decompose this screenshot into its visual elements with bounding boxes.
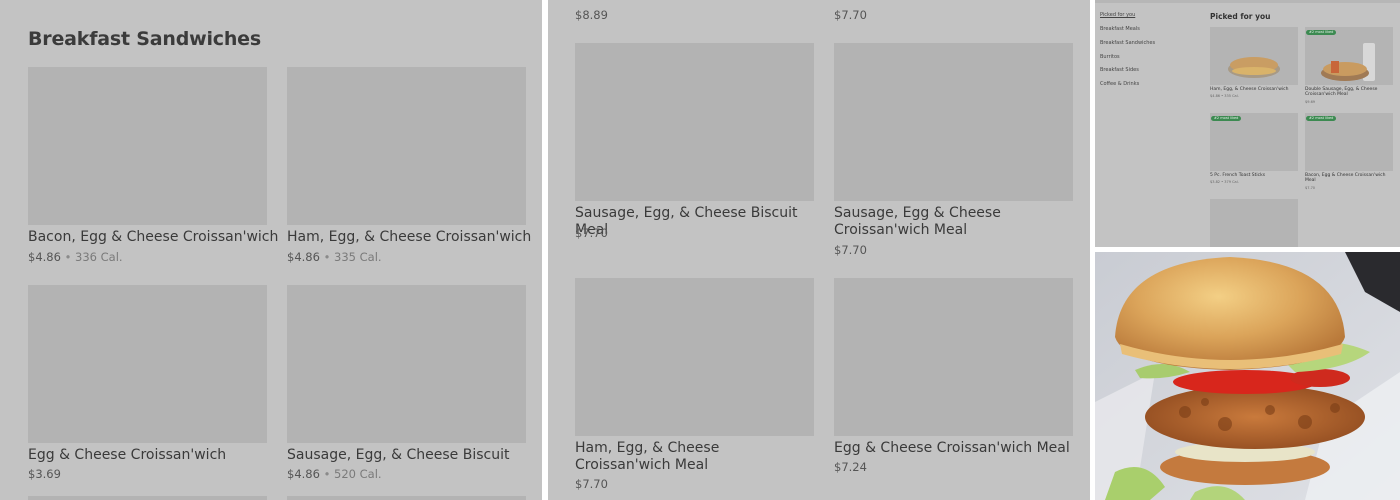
mini-card-image[interactable] — [1210, 199, 1298, 247]
mini-card-image[interactable] — [1305, 113, 1393, 171]
mini-card-meta: $7.70 — [1305, 186, 1316, 190]
item-calories: 520 Cal. — [334, 467, 382, 481]
item-image-placeholder[interactable] — [287, 496, 526, 500]
item-price: $7.24 — [834, 460, 867, 474]
item-image-placeholder[interactable] — [28, 67, 267, 225]
mini-card-name[interactable]: 5 Pc. French Toast Sticks — [1210, 173, 1300, 178]
item-name[interactable]: Ham, Egg, & Cheese Croissan'wich — [287, 229, 531, 246]
item-name[interactable]: Sausage, Egg, & Cheese Biscuit — [287, 447, 509, 464]
most-liked-badge: #2 most liked — [1211, 116, 1242, 121]
item-image-placeholder[interactable] — [287, 285, 526, 443]
mini-card-image[interactable] — [1305, 27, 1393, 85]
item-meta: $3.69 — [28, 467, 61, 481]
nav-item-coffee-drinks[interactable]: Coffee & Drinks — [1100, 81, 1139, 87]
nav-item-burritos[interactable]: Burritos — [1100, 54, 1120, 60]
item-name[interactable]: Ham, Egg, & Cheese Croissan'wich Meal — [575, 440, 814, 474]
chicken-sandwich-photo — [1095, 252, 1400, 500]
item-price: $7.70 — [575, 477, 608, 491]
item-name[interactable]: Sausage, Egg, & Cheese Biscuit Meal — [575, 205, 814, 239]
item-calories: 335 Cal. — [334, 250, 382, 264]
mini-header-bar — [1095, 0, 1400, 3]
mini-section-title: Picked for you — [1210, 12, 1271, 21]
item-name[interactable]: Egg & Cheese Croissan'wich Meal — [834, 440, 1073, 457]
mini-card-name[interactable]: Ham, Egg, & Cheese Croissan'wich — [1210, 87, 1300, 92]
item-meta: $4.86 • 520 Cal. — [287, 467, 382, 481]
item-image-placeholder[interactable] — [575, 43, 814, 201]
nav-item-breakfast-sandwiches[interactable]: Breakfast Sandwiches — [1100, 40, 1155, 46]
mini-card-meta: $9.69 — [1305, 100, 1316, 104]
item-image-placeholder[interactable] — [575, 278, 814, 436]
item-price: $7.70 — [834, 243, 867, 257]
item-meta: $4.86 • 335 Cal. — [287, 250, 382, 264]
mini-card-image[interactable] — [1210, 27, 1298, 85]
croissant-sandwich-icon — [1228, 57, 1280, 78]
item-price: $4.86 — [287, 250, 320, 264]
item-price: $4.86 — [28, 250, 61, 264]
nav-item-picked-for-you[interactable]: Picked for you — [1100, 12, 1135, 18]
item-name[interactable]: Sausage, Egg & Cheese Croissan'wich Meal — [834, 205, 1014, 239]
item-image-placeholder[interactable] — [834, 278, 1073, 436]
item-meta: $4.86 • 336 Cal. — [28, 250, 123, 264]
mini-card-meta: $3.82 • 379 Cal. — [1210, 180, 1239, 184]
separator-dot: • — [323, 467, 331, 481]
breakfast-sandwiches-panel: Breakfast Sandwiches Bacon, Egg & Cheese… — [0, 0, 542, 500]
item-price: $4.86 — [287, 467, 320, 481]
item-image-placeholder[interactable] — [28, 496, 267, 500]
item-image-placeholder[interactable] — [287, 67, 526, 225]
separator-dot: • — [323, 250, 331, 264]
most-liked-badge: #2 most liked — [1306, 30, 1337, 35]
nav-item-breakfast-meals[interactable]: Breakfast Meals — [1100, 26, 1140, 32]
item-calories: 336 Cal. — [75, 250, 123, 264]
mini-card-name[interactable]: Bacon, Egg & Cheese Croissan'wich Meal — [1305, 173, 1395, 183]
item-price: $3.69 — [28, 467, 61, 481]
mini-card-image[interactable] — [1210, 113, 1298, 171]
meal-combo-icon — [1321, 43, 1375, 81]
most-liked-badge: #2 most liked — [1306, 116, 1337, 121]
item-image-placeholder[interactable] — [28, 285, 267, 443]
breakfast-meals-panel: $8.89 $7.70 Sausage, Egg, & Cheese Biscu… — [548, 0, 1090, 500]
item-price: $7.70 — [575, 226, 608, 240]
menu-overview-panel: Picked for you Breakfast Meals Breakfast… — [1095, 0, 1400, 247]
nav-item-breakfast-sides[interactable]: Breakfast Sides — [1100, 67, 1139, 73]
item-image-placeholder[interactable] — [834, 43, 1073, 201]
item-price: $7.70 — [834, 8, 867, 22]
item-name[interactable]: Bacon, Egg & Cheese Croissan'wich — [28, 229, 278, 246]
item-price: $8.89 — [575, 8, 608, 22]
item-name[interactable]: Egg & Cheese Croissan'wich — [28, 447, 226, 464]
mini-card-name[interactable]: Double Sausage, Egg, & Cheese Croissan'w… — [1305, 87, 1395, 97]
separator-dot: • — [64, 250, 72, 264]
mini-card-meta: $4.86 • 335 Cal. — [1210, 94, 1239, 98]
section-title: Breakfast Sandwiches — [28, 28, 261, 50]
chicken-sandwich-image — [1095, 252, 1400, 500]
